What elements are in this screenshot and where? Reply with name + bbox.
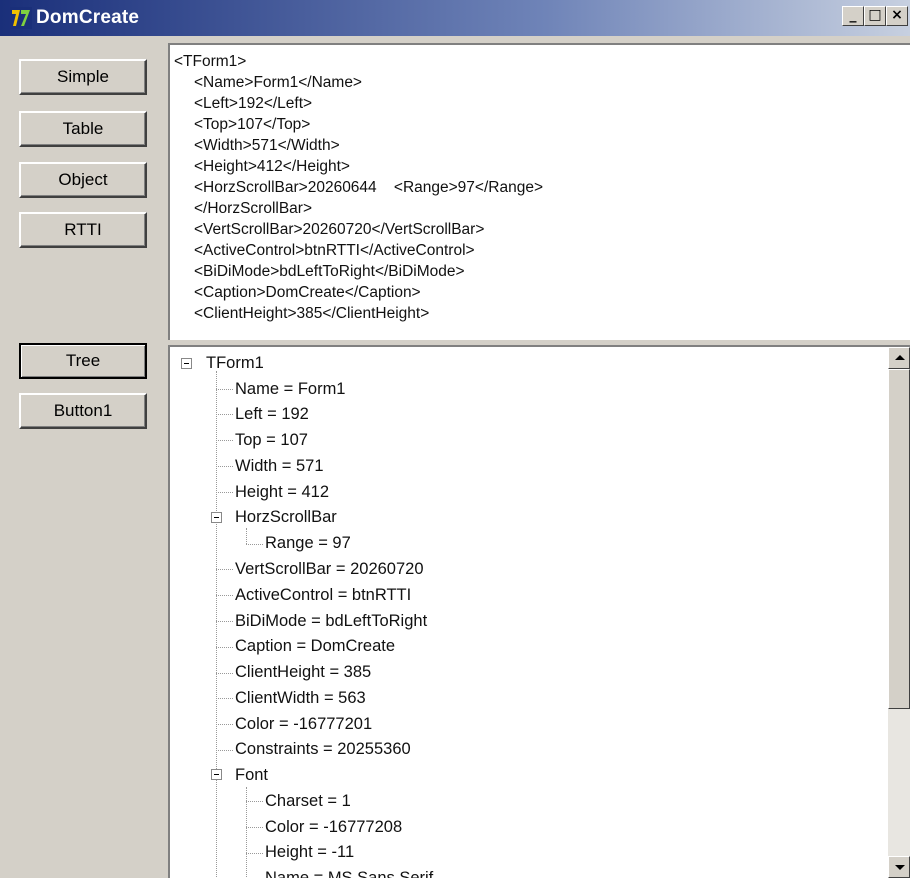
xml-memo[interactable]: <TForm1> <Name>Form1</Name> <Left>192</L…: [168, 43, 910, 340]
tree-connector: [216, 569, 233, 570]
memo-line: <ClientHeight>385</ClientHeight>: [194, 305, 430, 322]
tree-connector: [246, 801, 263, 802]
memo-line: <Height>412</Height>: [194, 158, 350, 175]
scroll-up-button[interactable]: [888, 347, 910, 369]
tree-node[interactable]: ClientHeight = 385: [235, 663, 371, 682]
tree-node[interactable]: ActiveControl = btnRTTI: [235, 586, 411, 605]
tree-button[interactable]: Tree: [19, 343, 147, 379]
memo-line: <Left>192</Left>: [194, 95, 313, 112]
table-button[interactable]: Table: [19, 111, 147, 147]
app-logo-icon: [10, 7, 32, 29]
tree-connector: [216, 389, 233, 390]
memo-line: <ActiveControl>btnRTTI</ActiveControl>: [194, 242, 475, 259]
tree-node[interactable]: Range = 97: [265, 534, 351, 553]
tree-node[interactable]: Width = 571: [235, 457, 324, 476]
tree-node[interactable]: Height = 412: [235, 483, 329, 502]
tree-node[interactable]: Name = Form1: [235, 380, 346, 399]
tree-connector: [246, 827, 263, 828]
tree-connector: [216, 492, 233, 493]
collapse-icon[interactable]: [181, 358, 192, 369]
memo-line: <Caption>DomCreate</Caption>: [194, 284, 421, 301]
tree-connector: [216, 371, 217, 878]
memo-line: </HorzScrollBar>: [194, 200, 313, 217]
scroll-thumb[interactable]: [888, 369, 910, 709]
memo-line: <Top>107</Top>: [194, 116, 311, 133]
memo-line: <Width>571</Width>: [194, 137, 340, 154]
tree-node-root[interactable]: TForm1: [206, 354, 264, 373]
tree-node[interactable]: Left = 192: [235, 405, 309, 424]
tree-node[interactable]: Height = -11: [265, 843, 354, 862]
tree-connector: [216, 440, 233, 441]
vertical-scrollbar[interactable]: [888, 347, 910, 878]
memo-line: <TForm1>: [174, 53, 247, 70]
tree-connector: [246, 544, 263, 545]
tree-node-horzscrollbar[interactable]: HorzScrollBar: [235, 508, 337, 527]
tree-connector: [216, 621, 233, 622]
tree-node[interactable]: Constraints = 20255360: [235, 740, 411, 759]
close-button[interactable]: ×: [886, 6, 908, 26]
arrow-down-icon: [895, 865, 905, 870]
tree-node[interactable]: Color = -16777208: [265, 818, 402, 837]
tree-connector: [216, 724, 233, 725]
button1-button[interactable]: Button1: [19, 393, 147, 429]
tree-connector: [216, 595, 233, 596]
tree-connector: [216, 466, 233, 467]
tree-node[interactable]: Caption = DomCreate: [235, 637, 395, 656]
memo-line: <HorzScrollBar>20260644 <Range>97</Range…: [194, 179, 543, 196]
tree-connector: [216, 647, 233, 648]
tree-node-font[interactable]: Font: [235, 766, 268, 785]
tree-connector: [216, 750, 233, 751]
collapse-icon[interactable]: [211, 769, 222, 780]
tree-node[interactable]: ClientWidth = 563: [235, 689, 366, 708]
arrow-up-icon: [895, 355, 905, 360]
title-bar[interactable]: DomCreate _ □ ×: [0, 0, 910, 36]
rtti-button[interactable]: RTTI: [19, 212, 147, 248]
tree-node[interactable]: Name = MS Sans Serif: [265, 869, 433, 878]
simple-button[interactable]: Simple: [19, 59, 147, 95]
tree-connector: [246, 528, 247, 544]
tree-connector: [216, 673, 233, 674]
minimize-button[interactable]: _: [842, 6, 864, 26]
tree-view[interactable]: TForm1 Name = Form1 Left = 192 Top = 107…: [168, 345, 910, 878]
memo-line: <Name>Form1</Name>: [194, 74, 362, 91]
tree-connector: [216, 414, 233, 415]
tree-connector: [216, 698, 233, 699]
tree-node[interactable]: Top = 107: [235, 431, 308, 450]
tree-node[interactable]: BiDiMode = bdLeftToRight: [235, 612, 427, 631]
object-button[interactable]: Object: [19, 162, 147, 198]
tree-node[interactable]: Color = -16777201: [235, 715, 372, 734]
tree-node[interactable]: Charset = 1: [265, 792, 351, 811]
memo-line: <VertScrollBar>20260720</VertScrollBar>: [194, 221, 485, 238]
memo-line: <BiDiMode>bdLeftToRight</BiDiMode>: [194, 263, 465, 280]
scroll-down-button[interactable]: [888, 856, 910, 878]
collapse-icon[interactable]: [211, 512, 222, 523]
window-title: DomCreate: [36, 7, 140, 28]
maximize-button[interactable]: □: [864, 6, 886, 26]
tree-node[interactable]: VertScrollBar = 20260720: [235, 560, 424, 579]
tree-connector: [246, 853, 263, 854]
